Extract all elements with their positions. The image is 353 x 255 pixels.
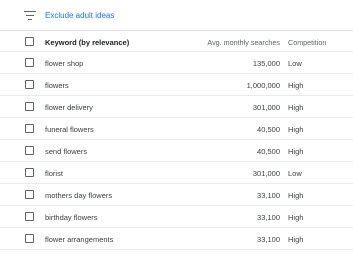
competition-cell: High <box>288 191 304 200</box>
header-avg-monthly-searches[interactable]: Avg. monthly searches <box>207 38 280 47</box>
avg-searches-cell: 1,000,000 <box>246 81 280 90</box>
competition-cell: High <box>288 125 304 134</box>
avg-searches-cell: 33,100 <box>257 235 280 244</box>
row-checkbox[interactable] <box>25 146 34 155</box>
competition-cell: Low <box>288 169 302 178</box>
keyword-table: Keyword (by relevance) Avg. monthly sear… <box>0 31 353 250</box>
table-row[interactable]: birthday flowers 33,100 High <box>0 206 353 228</box>
row-checkbox[interactable] <box>25 168 34 177</box>
row-checkbox[interactable] <box>25 80 34 89</box>
keyword-cell: flower shop <box>45 59 84 68</box>
competition-cell: High <box>288 213 304 222</box>
table-row[interactable]: mothers day flowers 33,100 High <box>0 184 353 206</box>
competition-cell: High <box>288 81 304 90</box>
keyword-cell: flowers <box>45 81 69 90</box>
row-checkbox[interactable] <box>25 234 34 243</box>
row-checkbox[interactable] <box>25 102 34 111</box>
filter-bar: Exclude adult ideas <box>0 0 353 31</box>
avg-searches-cell: 301,000 <box>252 103 280 112</box>
row-checkbox[interactable] <box>25 124 34 133</box>
table-header-row: Keyword (by relevance) Avg. monthly sear… <box>0 31 353 52</box>
avg-searches-cell: 301,000 <box>252 169 280 178</box>
keyword-cell: birthday flowers <box>45 213 98 222</box>
competition-cell: High <box>288 103 304 112</box>
avg-searches-cell: 135,000 <box>252 59 280 68</box>
competition-cell: Low <box>288 59 302 68</box>
table-row[interactable]: flower shop 135,000 Low <box>0 52 353 74</box>
keyword-cell: funeral flowers <box>45 125 94 134</box>
filter-icon[interactable] <box>24 11 36 21</box>
table-row[interactable]: send flowers 40,500 High <box>0 140 353 162</box>
competition-cell: High <box>288 235 304 244</box>
avg-searches-cell: 40,500 <box>257 125 280 134</box>
table-row[interactable]: flower delivery 301,000 High <box>0 96 353 118</box>
table-row[interactable]: florist 301,000 Low <box>0 162 353 184</box>
row-checkbox[interactable] <box>25 212 34 221</box>
keyword-cell: flower delivery <box>45 103 93 112</box>
row-checkbox[interactable] <box>25 190 34 199</box>
keyword-cell: mothers day flowers <box>45 191 113 200</box>
avg-searches-cell: 33,100 <box>257 191 280 200</box>
keyword-cell: send flowers <box>45 147 88 156</box>
header-keyword[interactable]: Keyword (by relevance) <box>45 38 129 47</box>
select-all-checkbox[interactable] <box>25 37 34 46</box>
table-row[interactable]: flowers 1,000,000 High <box>0 74 353 96</box>
header-competition[interactable]: Competition <box>288 38 326 47</box>
avg-searches-cell: 40,500 <box>257 147 280 156</box>
exclude-adult-ideas-link[interactable]: Exclude adult ideas <box>45 11 114 20</box>
keyword-cell: flower arrangements <box>45 235 114 244</box>
row-checkbox[interactable] <box>25 58 34 67</box>
avg-searches-cell: 33,100 <box>257 213 280 222</box>
competition-cell: High <box>288 147 304 156</box>
keyword-cell: florist <box>45 169 63 178</box>
table-row[interactable]: funeral flowers 40,500 High <box>0 118 353 140</box>
table-row[interactable]: flower arrangements 33,100 High <box>0 228 353 250</box>
